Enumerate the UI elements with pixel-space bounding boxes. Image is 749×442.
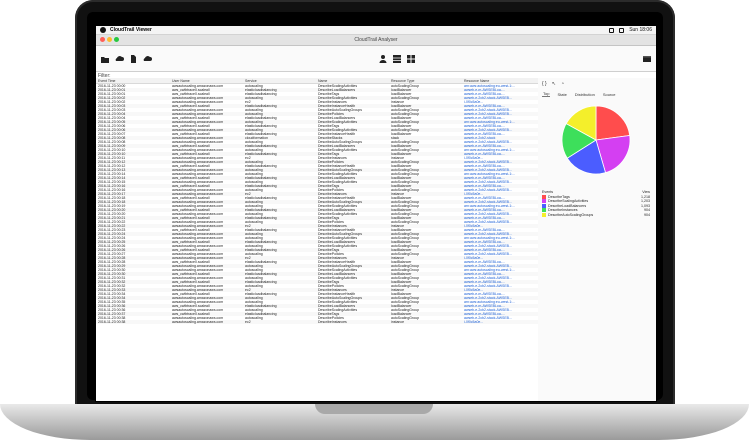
table-row[interactable]: 2016-11-23 00:38 awsautoscaling.amazonaws…: [96, 320, 538, 324]
window-controls: [100, 37, 119, 42]
zoom-window-button[interactable]: [114, 37, 119, 42]
grid-button[interactable]: [406, 54, 416, 64]
arrow-icon[interactable]: ↖: [552, 81, 556, 87]
panel-tabs: Top State Distribution Source: [538, 90, 656, 98]
legend-value: 904: [644, 212, 650, 217]
table-cell: awsautoscaling.amazonaws.com: [170, 320, 243, 324]
legend: Events View DescribeTags 1,218 DescribeSca…: [542, 190, 650, 217]
toolbar-center: [378, 54, 416, 64]
table-cell: instance: [389, 320, 462, 324]
legend-label: DescribeAutoScalingGroups: [548, 212, 594, 217]
user-button[interactable]: [378, 54, 388, 64]
pie-svg: [561, 105, 631, 175]
menubar: CloudTrail Viewer Sun 18:06: [96, 26, 656, 35]
pie-chart: [556, 100, 636, 180]
file-icon: [131, 54, 136, 63]
cloud-download-button[interactable]: [114, 54, 124, 64]
tab-state[interactable]: State: [556, 92, 567, 97]
open-folder-button[interactable]: [100, 54, 110, 64]
close-window-button[interactable]: [100, 37, 105, 42]
window-icon: [643, 55, 651, 62]
legend-swatch: [542, 203, 546, 208]
apple-icon[interactable]: [100, 27, 106, 33]
minimize-window-button[interactable]: [107, 37, 112, 42]
legend-swatch: [542, 199, 546, 204]
braces-icon[interactable]: { }: [542, 81, 547, 87]
tab-distribution[interactable]: Distribution: [574, 92, 596, 97]
toolbar: [96, 46, 656, 72]
toolbar-left: [100, 54, 152, 64]
pie-slice[interactable]: [595, 105, 631, 141]
file-button[interactable]: [128, 54, 138, 64]
table-cell: i-0f0c5a0e...: [462, 320, 538, 324]
tab-source[interactable]: Source: [602, 92, 617, 97]
table-cell: ec2: [243, 320, 316, 324]
battery-icon[interactable]: [619, 27, 625, 33]
events-body: 2016-11-23 00:00 awsautoscaling.amazonaws…: [96, 84, 538, 324]
pie-icon[interactable]: ◔: [561, 81, 564, 87]
window-title: CloudTrail Analyser: [354, 37, 398, 43]
table-button[interactable]: [392, 54, 402, 64]
open-folder-icon: [101, 56, 109, 63]
resource-link[interactable]: i-0f0c5a0e...: [464, 320, 483, 324]
legend-rows: DescribeTags 1,218 DescribeScalingActiviti…: [542, 195, 650, 218]
analysis-panel: { } ↖ ◔ Top State Distribution Source Ev…: [538, 78, 656, 401]
screen: CloudTrail Viewer Sun 18:06 CloudTrail A…: [95, 25, 657, 402]
window-titlebar: CloudTrail Analyser: [96, 35, 656, 46]
panel-icons: { } ↖ ◔: [538, 78, 656, 90]
cloud-upload-icon: [143, 55, 152, 61]
grid-icon: [407, 54, 415, 63]
legend-swatch: [542, 212, 546, 217]
app-name[interactable]: CloudTrail Viewer: [110, 27, 152, 33]
laptop-base: [0, 404, 749, 440]
legend-swatch: [542, 208, 546, 213]
toolbar-right: [642, 54, 652, 64]
legend-item[interactable]: DescribeAutoScalingGroups 904: [542, 213, 650, 218]
events-table-wrap: Event Time User Name Service Name Resour…: [96, 78, 539, 401]
events-table: Event Time User Name Service Name Resour…: [96, 78, 538, 324]
menubar-status: Sun 18:06: [609, 27, 652, 33]
table-icon: [393, 54, 401, 63]
table-cell: DescribeInstances: [316, 320, 389, 324]
cloud-upload-button[interactable]: [142, 54, 152, 64]
laptop-notch: [315, 404, 433, 414]
window-button[interactable]: [642, 54, 652, 64]
legend-swatch: [542, 194, 546, 199]
wifi-icon[interactable]: [609, 27, 615, 33]
table-cell: 2016-11-23 00:38: [96, 320, 170, 324]
user-icon: [379, 54, 387, 63]
tab-top[interactable]: Top: [542, 91, 551, 97]
cloud-download-icon: [115, 55, 124, 61]
clock[interactable]: Sun 18:06: [629, 27, 652, 33]
